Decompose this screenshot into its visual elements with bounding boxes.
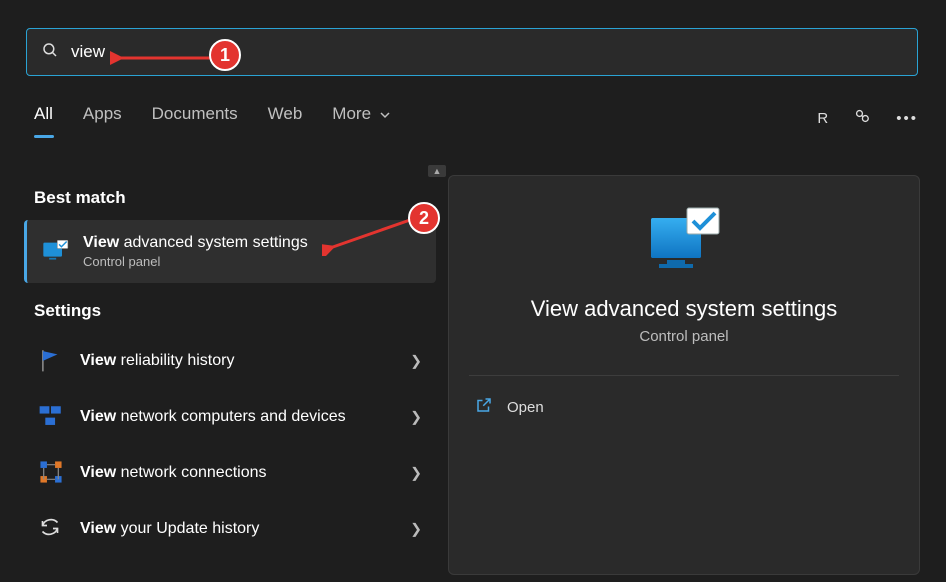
annotation-badge-1: 1: [209, 39, 241, 71]
chevron-right-icon: ❯: [410, 521, 422, 538]
settings-item-0-bold: View: [80, 352, 116, 369]
tab-documents[interactable]: Documents: [152, 104, 238, 132]
network-computers-icon: [38, 403, 66, 431]
best-match-text: View advanced system settings Control pa…: [83, 234, 308, 269]
open-action[interactable]: Open: [449, 376, 919, 438]
settings-item-update-history[interactable]: View your Update history ❯: [24, 501, 436, 557]
preview-icon: [449, 206, 919, 278]
open-icon: [475, 396, 493, 418]
preview-title: View advanced system settings: [449, 296, 919, 322]
preview-subtitle: Control panel: [449, 328, 919, 345]
best-match-result[interactable]: View advanced system settings Control pa…: [24, 220, 436, 283]
scroll-up-icon[interactable]: ▲: [428, 165, 446, 177]
settings-item-2-bold: View: [80, 464, 116, 481]
chevron-right-icon: ❯: [410, 353, 422, 370]
settings-item-3-rest: your Update history: [121, 520, 260, 537]
tab-more-label: More: [332, 104, 371, 123]
search-input[interactable]: [71, 42, 903, 62]
settings-item-network-computers[interactable]: View network computers and devices ❯: [24, 389, 436, 445]
search-icon: [41, 41, 59, 64]
flag-icon: [38, 347, 66, 375]
more-options-icon[interactable]: •••: [896, 110, 918, 127]
tab-more[interactable]: More: [332, 104, 389, 132]
best-match-subtitle: Control panel: [83, 254, 308, 269]
header-right: R •••: [817, 106, 918, 130]
open-label: Open: [507, 399, 544, 416]
best-match-title-bold: View: [83, 234, 119, 251]
preview-panel: View advanced system settings Control pa…: [448, 175, 920, 575]
settings-item-2-rest: network connections: [121, 464, 267, 481]
tab-apps[interactable]: Apps: [83, 104, 122, 132]
settings-item-reliability[interactable]: View reliability history ❯: [24, 333, 436, 389]
chat-icon[interactable]: [852, 106, 872, 130]
settings-item-1-rest: network computers and devices: [121, 408, 346, 425]
results-panel: ▲ Best match View advanced system settin…: [24, 170, 436, 557]
settings-item-1-bold: View: [80, 408, 116, 425]
best-match-title-rest: advanced system settings: [124, 234, 308, 251]
settings-item-0-rest: reliability history: [121, 352, 235, 369]
annotation-badge-2: 2: [408, 202, 440, 234]
chevron-right-icon: ❯: [410, 409, 422, 426]
monitor-check-icon: [41, 238, 69, 266]
settings-item-3-bold: View: [80, 520, 116, 537]
account-letter[interactable]: R: [817, 110, 828, 127]
chevron-down-icon: [380, 104, 390, 124]
best-match-header: Best match: [24, 170, 436, 220]
tabs-left: All Apps Documents Web More: [34, 104, 390, 132]
tabs-row: All Apps Documents Web More R •••: [34, 104, 918, 132]
sync-icon: [38, 515, 66, 543]
settings-item-network-connections[interactable]: View network connections ❯: [24, 445, 436, 501]
search-box[interactable]: [26, 28, 918, 76]
network-connections-icon: [38, 459, 66, 487]
chevron-right-icon: ❯: [410, 465, 422, 482]
tab-web[interactable]: Web: [268, 104, 303, 132]
settings-header: Settings: [24, 283, 436, 333]
tab-all[interactable]: All: [34, 104, 53, 132]
